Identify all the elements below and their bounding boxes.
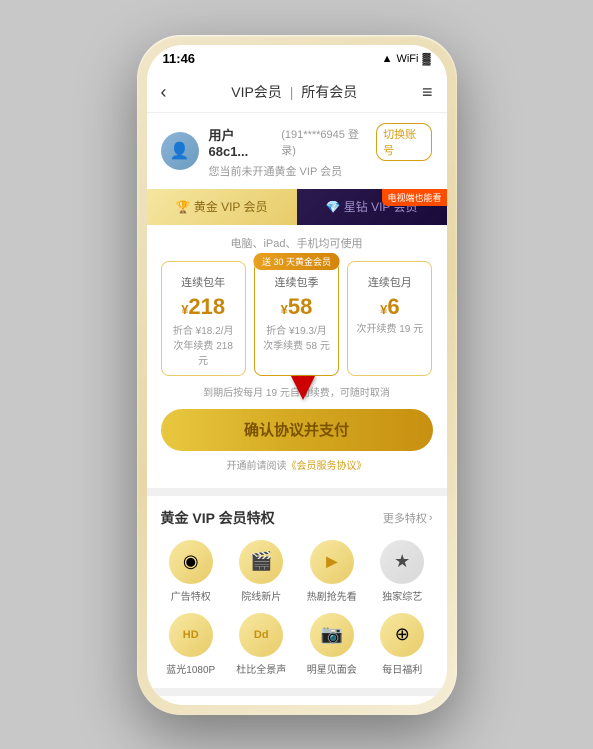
feature-dolby: Dd 杜比全景声 xyxy=(231,613,292,676)
feature-exclusive: ★ 独家综艺 xyxy=(372,540,433,603)
plan-seasonal-discount: 折合 ¥19.3/月 xyxy=(261,322,332,337)
service-section: 自动续费服务声明 付款：用户确认购买并付款后记入 iTunes 账户。取消续订：… xyxy=(147,696,447,705)
auto-renew-note: 到期后按每月 19 元自动续费，可随时取消 xyxy=(161,384,433,399)
content-area: 👤 用户 68c1... (191****6945 登录) 切换账号 您当前未开… xyxy=(147,113,447,705)
plan-monthly-renewal: 次开续费 19 元 xyxy=(354,320,425,335)
feature-label-daily-benefit: 每日福利 xyxy=(382,661,422,676)
chevron-right-icon: › xyxy=(429,512,433,524)
wifi-icon: WiFi xyxy=(396,53,418,65)
user-name: 用户 68c1... xyxy=(209,125,276,159)
device-note: 电脑、iPad、手机均可使用 xyxy=(161,235,433,251)
plan-seasonal-price: ¥58 xyxy=(261,294,332,320)
feature-preview: ▶ 热剧抢先看 xyxy=(302,540,363,603)
status-bar: 11:46 ▲ WiFi ▓ xyxy=(147,45,447,73)
battery-icon: ▓ xyxy=(422,53,430,65)
phone-frame: 11:46 ▲ WiFi ▓ ‹ VIP会员 | 所有会员 ≡ 👤 xyxy=(137,35,457,715)
feature-icon-preview: ▶ xyxy=(310,540,354,584)
features-more-button[interactable]: 更多特权 › xyxy=(383,510,433,526)
user-section: 👤 用户 68c1... (191****6945 登录) 切换账号 您当前未开… xyxy=(147,113,447,189)
signal-icon: ▲ xyxy=(382,53,393,65)
feature-cinema: 🎬 院线新片 xyxy=(231,540,292,603)
feature-label-preview: 热剧抢先看 xyxy=(307,588,357,603)
features-section: 黄金 VIP 会员特权 更多特权 › ◉ 广告特权 🎬 院线新片 xyxy=(147,496,447,688)
status-icons: ▲ WiFi ▓ xyxy=(382,53,431,65)
nav-menu-button[interactable]: ≡ xyxy=(422,82,433,103)
diamond-badge: 电视端也能看 xyxy=(382,189,446,206)
feature-label-star-meetup: 明星见面会 xyxy=(307,661,357,676)
feature-bluray: HD 蓝光1080P xyxy=(161,613,222,676)
feature-ad-privilege: ◉ 广告特权 xyxy=(161,540,222,603)
feature-icon-star-meetup: 📷 xyxy=(310,613,354,657)
plan-monthly[interactable]: 连续包月 ¥6 次开续费 19 元 xyxy=(347,261,432,376)
feature-icon-bluray: HD xyxy=(169,613,213,657)
feature-icon-dolby: Dd xyxy=(239,613,283,657)
open-note: 开通前请阅读《会员服务协议》 xyxy=(161,457,433,472)
plan-annual-price: ¥218 xyxy=(168,294,239,320)
featured-badge: 送 30 天黄金会员 xyxy=(254,253,339,270)
plan-annual-renewal: 次年续费 218 元 xyxy=(168,337,239,367)
user-status: 您当前未开通黄金 VIP 会员 xyxy=(209,163,433,179)
nav-bar: ‹ VIP会员 | 所有会员 ≡ xyxy=(147,73,447,113)
feature-icon-daily-benefit: ⊕ xyxy=(380,613,424,657)
feature-label-cinema: 院线新片 xyxy=(241,588,281,603)
feature-star-meetup: 📷 明星见面会 xyxy=(302,613,363,676)
avatar: 👤 xyxy=(161,132,199,170)
features-header: 黄金 VIP 会员特权 更多特权 › xyxy=(161,508,433,528)
feature-label-exclusive: 独家综艺 xyxy=(382,588,422,603)
plan-monthly-name: 连续包月 xyxy=(354,274,425,290)
user-info: 用户 68c1... (191****6945 登录) 切换账号 您当前未开通黄… xyxy=(209,123,433,179)
back-button[interactable]: ‹ xyxy=(161,82,167,103)
user-phone: (191****6945 登录) xyxy=(281,126,370,158)
confirm-pay-button[interactable]: 确认协议并支付 xyxy=(161,409,433,451)
feature-icon-cinema: 🎬 xyxy=(239,540,283,584)
status-time: 11:46 xyxy=(163,51,196,66)
feature-daily-benefit: ⊕ 每日福利 xyxy=(372,613,433,676)
features-grid: ◉ 广告特权 🎬 院线新片 ▶ 热剧抢先看 ★ 独家综艺 xyxy=(161,540,433,676)
service-agreement-link[interactable]: 《会员服务协议》 xyxy=(287,461,367,472)
nav-title: VIP会员 | 所有会员 xyxy=(231,82,357,102)
feature-icon-exclusive: ★ xyxy=(380,540,424,584)
feature-label-ad: 广告特权 xyxy=(171,588,211,603)
vip-tabs: 🏆 黄金 VIP 会员 💎 星钻 VIP 会员 电视端也能看 xyxy=(147,189,447,225)
plan-seasonal[interactable]: 送 30 天黄金会员 连续包季 ¥58 折合 ¥19.3/月 次季续费 58 元 xyxy=(254,261,339,376)
switch-account-button[interactable]: 切换账号 xyxy=(376,123,432,161)
features-title: 黄金 VIP 会员特权 xyxy=(161,508,275,528)
plan-seasonal-name: 连续包季 xyxy=(261,274,332,290)
plans-grid: 连续包年 ¥218 折合 ¥18.2/月 次年续费 218 元 送 30 天黄金… xyxy=(161,261,433,376)
phone-screen: 11:46 ▲ WiFi ▓ ‹ VIP会员 | 所有会员 ≡ 👤 xyxy=(147,45,447,705)
plan-monthly-price: ¥6 xyxy=(354,294,425,320)
feature-label-bluray: 蓝光1080P xyxy=(166,661,215,676)
tab-gold-vip[interactable]: 🏆 黄金 VIP 会员 xyxy=(147,189,297,225)
plan-annual[interactable]: 连续包年 ¥218 折合 ¥18.2/月 次年续费 218 元 xyxy=(161,261,246,376)
feature-label-dolby: 杜比全景声 xyxy=(236,661,286,676)
plans-section: 电脑、iPad、手机均可使用 连续包年 ¥218 折合 ¥18.2/月 次年续费… xyxy=(147,225,447,488)
plan-seasonal-renewal: 次季续费 58 元 xyxy=(261,337,332,352)
feature-icon-ad: ◉ xyxy=(169,540,213,584)
plan-annual-name: 连续包年 xyxy=(168,274,239,290)
plan-annual-discount: 折合 ¥18.2/月 xyxy=(168,322,239,337)
